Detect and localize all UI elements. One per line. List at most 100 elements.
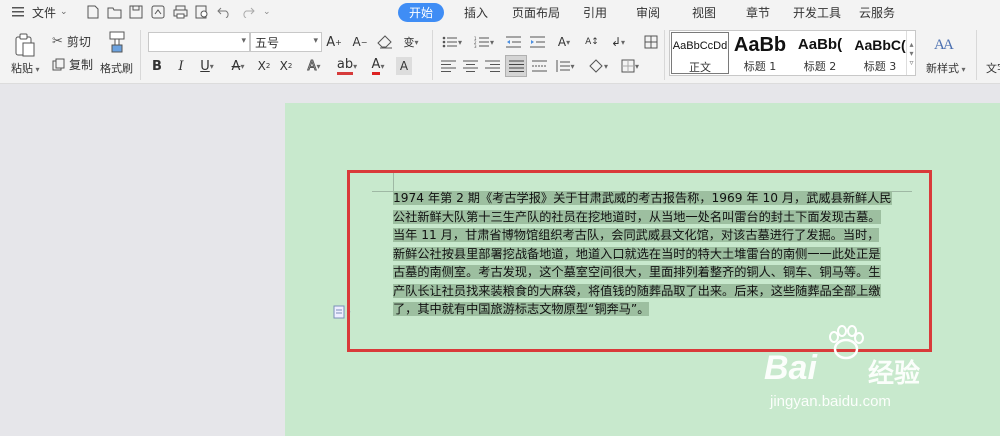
- font-name-combo[interactable]: ▾: [148, 32, 250, 52]
- chevron-down-icon: ▾: [241, 36, 246, 46]
- show-hide-marks-icon[interactable]: ↲ ▾: [606, 33, 630, 51]
- tab-cloud-service[interactable]: 云服务: [858, 3, 896, 22]
- new-style-button[interactable]: 新样式 ▾: [926, 60, 966, 76]
- format-painter-label[interactable]: 格式刷: [100, 60, 133, 76]
- align-left-icon[interactable]: [440, 57, 456, 75]
- style-heading-2[interactable]: AaBb( 标题 2: [791, 32, 849, 74]
- increase-indent-icon[interactable]: [529, 33, 545, 51]
- text-direction-icon[interactable]: A ▾: [552, 33, 576, 51]
- italic-icon[interactable]: I: [174, 57, 188, 75]
- watermark-url: jingyan.baidu.com: [770, 393, 891, 410]
- phonetic-guide-icon[interactable]: 变 ▾: [400, 32, 422, 52]
- align-right-icon[interactable]: [484, 57, 500, 75]
- watermark-brand: Bai: [764, 349, 817, 387]
- svg-text:A: A: [943, 37, 954, 53]
- copy-label: 复制: [69, 58, 94, 72]
- table-icon[interactable]: [642, 33, 660, 51]
- tab-review[interactable]: 审阅: [634, 3, 662, 22]
- font-size-value: 五号: [255, 35, 280, 50]
- scissors-icon: ✂: [52, 34, 63, 49]
- underline-icon[interactable]: U ▾: [196, 57, 218, 75]
- superscript-icon[interactable]: X2: [256, 57, 272, 75]
- style-sample: AaBbC(: [854, 37, 906, 53]
- new-style-label: 新样式: [926, 62, 959, 75]
- grow-font-icon[interactable]: A +: [326, 33, 342, 51]
- decrease-indent-icon[interactable]: [505, 33, 521, 51]
- file-menu[interactable]: 文件 ⌄: [32, 3, 68, 21]
- open-folder-icon[interactable]: [106, 4, 122, 20]
- customize-toolbar-icon[interactable]: ⌄: [263, 3, 271, 21]
- style-name: 正文: [689, 61, 711, 74]
- numbering-icon[interactable]: 1 2 3 ▾: [472, 33, 496, 51]
- format-painter-icon[interactable]: [106, 30, 128, 54]
- paste-button[interactable]: 粘贴 ▾: [11, 60, 40, 76]
- ribbon-toolbar: 粘贴 ▾ ✂ 剪切 复制 格式刷 ▾ 五号 ▾ A + A − 变 ▾ B I U ▾ …: [0, 24, 1000, 84]
- styles-gallery: AaBbCcDd 正文 AaBb 标题 1 AaBb( 标题 2 AaBbC( …: [669, 30, 916, 76]
- divider: [432, 30, 433, 80]
- svg-text:3: 3: [474, 44, 477, 48]
- chevron-down-icon: ▾: [313, 36, 318, 46]
- align-center-icon[interactable]: [462, 57, 478, 75]
- copy-button[interactable]: 复制: [52, 56, 93, 73]
- style-sample: AaBb(: [797, 36, 843, 53]
- output-pdf-icon[interactable]: [150, 4, 166, 20]
- highlight-icon[interactable]: ab ▾: [334, 57, 360, 75]
- tab-references[interactable]: 引用: [582, 3, 608, 22]
- style-heading-1[interactable]: AaBb 标题 1: [731, 32, 789, 74]
- divider: [140, 30, 141, 80]
- save-icon[interactable]: [128, 4, 144, 20]
- text-tools-button[interactable]: 文字: [986, 60, 1000, 76]
- tab-page-layout[interactable]: 页面布局: [511, 3, 561, 22]
- styles-scroll[interactable]: ▴ ▾ ▿: [906, 31, 916, 75]
- shrink-font-icon[interactable]: A −: [352, 33, 368, 51]
- style-sample: AaBbCcDd: [672, 40, 728, 52]
- hamburger-menu-icon[interactable]: [12, 3, 24, 21]
- borders-icon[interactable]: ▾: [617, 57, 643, 75]
- bold-icon[interactable]: B: [150, 57, 164, 75]
- divider: [664, 30, 665, 80]
- chevron-down-icon: ⌄: [60, 7, 68, 17]
- strikethrough-icon[interactable]: A ▾: [226, 57, 250, 75]
- chevron-up-icon: ▴: [909, 39, 914, 49]
- character-shading-icon[interactable]: A: [396, 57, 412, 75]
- tab-insert[interactable]: 插入: [462, 3, 490, 22]
- style-sample: AaBb: [733, 34, 787, 56]
- expand-gallery-icon: ▿: [909, 57, 914, 67]
- copy-icon: [52, 58, 65, 71]
- print-icon[interactable]: [172, 4, 188, 20]
- undo-icon[interactable]: [216, 4, 232, 20]
- shading-icon[interactable]: ▾: [585, 57, 611, 75]
- style-name: 标题 3: [863, 60, 897, 73]
- distributed-align-icon[interactable]: [531, 57, 547, 75]
- font-size-combo[interactable]: 五号 ▾: [250, 32, 322, 52]
- paw-logo-icon: [829, 325, 864, 360]
- bullets-icon[interactable]: ▾: [440, 33, 464, 51]
- chevron-down-icon: ▾: [909, 48, 914, 58]
- text-effect-icon[interactable]: A ▾: [302, 57, 326, 75]
- file-menu-label: 文件: [32, 5, 57, 20]
- tab-developer[interactable]: 开发工具: [792, 3, 842, 22]
- redo-icon[interactable]: [240, 4, 256, 20]
- baidu-jingyan-watermark: Bai 经验 jingyan.baidu.com: [760, 325, 1000, 435]
- menu-bar: 文件 ⌄ ⌄ 开始 插入 页面布局 引用 审阅 视图 章节 开发工具 云服务: [0, 0, 1000, 24]
- subscript-icon[interactable]: X2: [278, 57, 294, 75]
- style-name: 标题 1: [743, 60, 777, 73]
- paste-label: 粘贴: [11, 62, 33, 75]
- paste-icon[interactable]: [12, 32, 38, 58]
- print-preview-icon[interactable]: [194, 4, 210, 20]
- tab-home[interactable]: 开始: [398, 3, 444, 22]
- justify-icon[interactable]: [505, 55, 527, 77]
- new-document-icon[interactable]: [85, 4, 101, 20]
- style-normal[interactable]: AaBbCcDd 正文: [671, 32, 729, 74]
- font-color-icon[interactable]: A ▾: [366, 57, 390, 75]
- line-spacing-icon[interactable]: ▾: [553, 57, 577, 75]
- sort-icon[interactable]: A↕: [584, 33, 600, 51]
- tab-section[interactable]: 章节: [744, 3, 772, 22]
- new-style-icon[interactable]: AA: [934, 32, 956, 54]
- cut-label: 剪切: [66, 35, 91, 49]
- style-heading-3[interactable]: AaBbC( 标题 3: [851, 32, 909, 74]
- divider: [976, 30, 977, 80]
- cut-button[interactable]: ✂ 剪切: [52, 33, 91, 50]
- tab-view[interactable]: 视图: [690, 3, 718, 22]
- clear-format-icon[interactable]: [376, 33, 394, 51]
